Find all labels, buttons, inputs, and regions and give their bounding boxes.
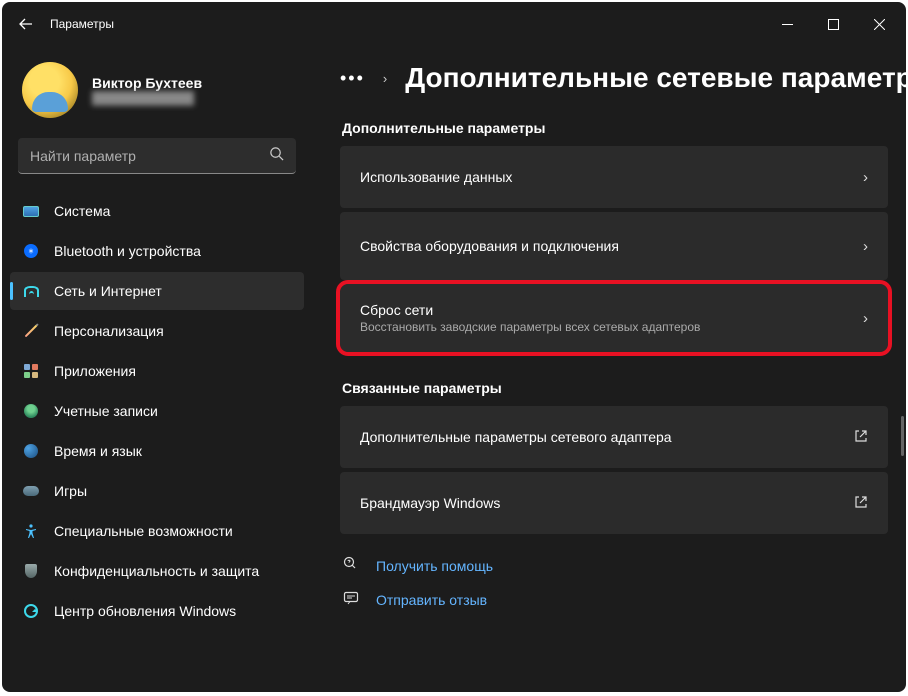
nav-item-bluetooth[interactable]: ⁎ Bluetooth и устройства bbox=[10, 232, 304, 270]
system-icon bbox=[22, 202, 40, 220]
chevron-right-icon: › bbox=[863, 169, 868, 186]
shield-icon bbox=[22, 562, 40, 580]
nav-label: Учетные записи bbox=[54, 403, 158, 419]
main-content: ••• › Дополнительные сетевые параметр До… bbox=[312, 46, 906, 692]
open-external-icon bbox=[854, 495, 868, 512]
person-icon bbox=[22, 402, 40, 420]
card-title: Свойства оборудования и подключения bbox=[360, 238, 851, 254]
breadcrumb-more-icon[interactable]: ••• bbox=[340, 68, 365, 89]
nav-label: Персонализация bbox=[54, 323, 164, 339]
help-label: Получить помощь bbox=[376, 558, 493, 574]
accessibility-icon bbox=[22, 522, 40, 540]
scrollbar-thumb[interactable] bbox=[901, 416, 904, 456]
close-button[interactable] bbox=[856, 8, 902, 40]
help-icon bbox=[342, 556, 360, 576]
sidebar: Виктор Бухтеев ████████████ Система ⁎ Bl… bbox=[2, 46, 312, 692]
nav-label: Время и язык bbox=[54, 443, 142, 459]
avatar bbox=[22, 62, 78, 118]
update-icon bbox=[22, 602, 40, 620]
card-adapter-options[interactable]: Дополнительные параметры сетевого адапте… bbox=[340, 406, 888, 468]
search-box[interactable] bbox=[18, 138, 296, 174]
card-title: Дополнительные параметры сетевого адапте… bbox=[360, 429, 842, 445]
card-hardware-properties[interactable]: Свойства оборудования и подключения › bbox=[340, 212, 888, 280]
apps-icon bbox=[22, 362, 40, 380]
profile-name: Виктор Бухтеев bbox=[92, 75, 202, 91]
minimize-button[interactable] bbox=[764, 8, 810, 40]
brush-icon bbox=[22, 322, 40, 340]
footer-links: Получить помощь Отправить отзыв bbox=[340, 534, 906, 630]
nav-list: Система ⁎ Bluetooth и устройства Сеть и … bbox=[10, 188, 304, 636]
search-input[interactable] bbox=[30, 148, 269, 164]
card-data-usage[interactable]: Использование данных › bbox=[340, 146, 888, 208]
card-title: Сброс сети bbox=[360, 302, 851, 318]
nav-item-accessibility[interactable]: Специальные возможности bbox=[10, 512, 304, 550]
card-network-reset[interactable]: Сброс сети Восстановить заводские параме… bbox=[340, 284, 888, 352]
gamepad-icon bbox=[22, 482, 40, 500]
nav-label: Bluetooth и устройства bbox=[54, 243, 201, 259]
wifi-icon bbox=[22, 282, 40, 300]
profile-block[interactable]: Виктор Бухтеев ████████████ bbox=[10, 46, 304, 138]
nav-item-privacy[interactable]: Конфиденциальность и защита bbox=[10, 552, 304, 590]
nav-item-network[interactable]: Сеть и Интернет bbox=[10, 272, 304, 310]
page-title: Дополнительные сетевые параметр bbox=[405, 62, 906, 94]
open-external-icon bbox=[854, 429, 868, 446]
maximize-button[interactable] bbox=[810, 8, 856, 40]
search-icon bbox=[269, 146, 284, 166]
window-controls bbox=[764, 8, 902, 40]
profile-email: ████████████ bbox=[92, 91, 202, 105]
nav-item-time[interactable]: Время и язык bbox=[10, 432, 304, 470]
titlebar: Параметры bbox=[2, 2, 906, 46]
chevron-right-icon: › bbox=[383, 71, 387, 86]
nav-label: Центр обновления Windows bbox=[54, 603, 236, 619]
window-title: Параметры bbox=[50, 17, 114, 31]
nav-item-accounts[interactable]: Учетные записи bbox=[10, 392, 304, 430]
card-title: Использование данных bbox=[360, 169, 851, 185]
bluetooth-icon: ⁎ bbox=[22, 242, 40, 260]
nav-label: Приложения bbox=[54, 363, 136, 379]
nav-item-apps[interactable]: Приложения bbox=[10, 352, 304, 390]
nav-label: Игры bbox=[54, 483, 87, 499]
feedback-label: Отправить отзыв bbox=[376, 592, 487, 608]
chevron-right-icon: › bbox=[863, 310, 868, 327]
settings-window: Параметры Виктор Бухтеев ████████████ bbox=[2, 2, 906, 692]
nav-item-system[interactable]: Система bbox=[10, 192, 304, 230]
section-heading-extra: Дополнительные параметры bbox=[342, 120, 906, 136]
nav-label: Система bbox=[54, 203, 110, 219]
card-subtitle: Восстановить заводские параметры всех се… bbox=[360, 320, 851, 334]
section-heading-related: Связанные параметры bbox=[342, 380, 906, 396]
back-button[interactable] bbox=[6, 4, 46, 44]
help-link[interactable]: Получить помощь bbox=[342, 556, 906, 576]
nav-item-gaming[interactable]: Игры bbox=[10, 472, 304, 510]
chevron-right-icon: › bbox=[863, 238, 868, 255]
breadcrumb: ••• › Дополнительные сетевые параметр bbox=[340, 50, 906, 106]
nav-item-update[interactable]: Центр обновления Windows bbox=[10, 592, 304, 630]
globe-icon bbox=[22, 442, 40, 460]
nav-item-personalization[interactable]: Персонализация bbox=[10, 312, 304, 350]
card-title: Брандмауэр Windows bbox=[360, 495, 842, 511]
nav-label: Специальные возможности bbox=[54, 523, 233, 539]
nav-label: Сеть и Интернет bbox=[54, 283, 162, 299]
feedback-icon bbox=[342, 590, 360, 610]
card-firewall[interactable]: Брандмауэр Windows bbox=[340, 472, 888, 534]
nav-label: Конфиденциальность и защита bbox=[54, 563, 259, 579]
feedback-link[interactable]: Отправить отзыв bbox=[342, 590, 906, 610]
